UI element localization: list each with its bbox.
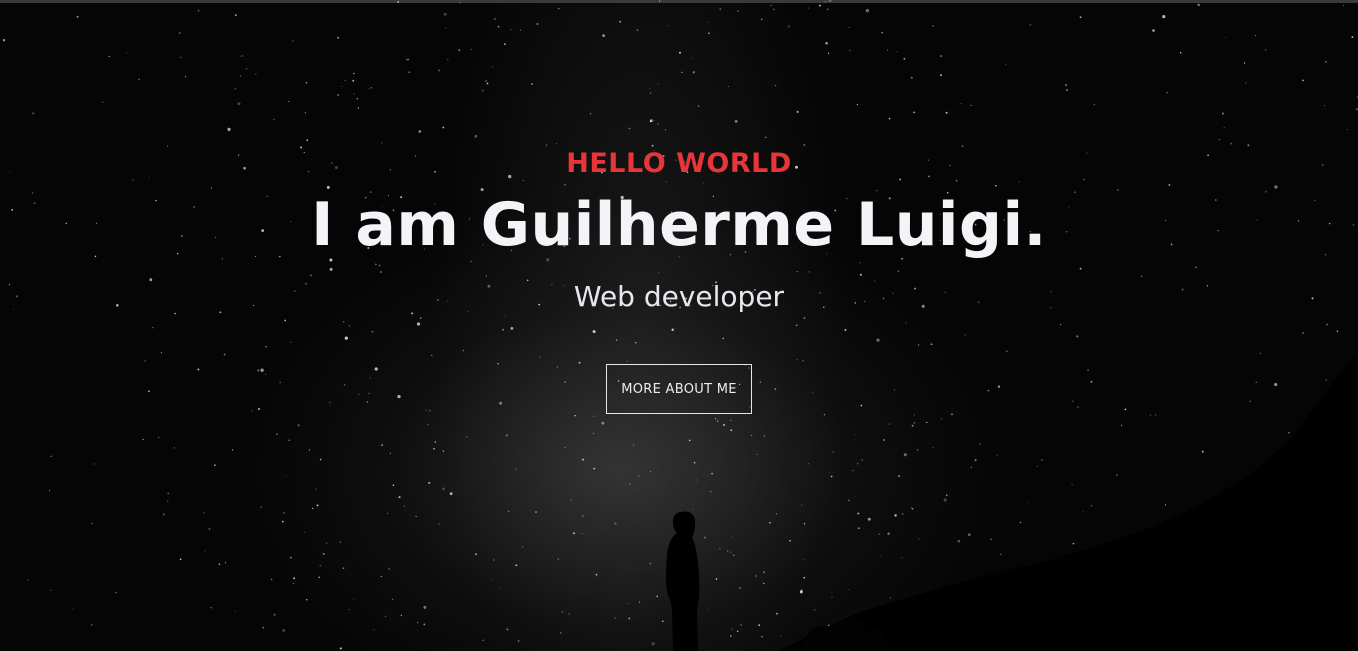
person-silhouette bbox=[666, 350, 1358, 651]
hero-eyebrow: HELLO WORLD bbox=[566, 148, 792, 179]
hero-section: HELLO WORLD I am Guilherme Luigi. Web de… bbox=[0, 0, 1358, 651]
hero-subtitle: Web developer bbox=[573, 280, 785, 313]
hero-headline: I am Guilherme Luigi. bbox=[311, 190, 1047, 260]
more-about-me-button[interactable]: MORE ABOUT ME bbox=[606, 364, 752, 414]
